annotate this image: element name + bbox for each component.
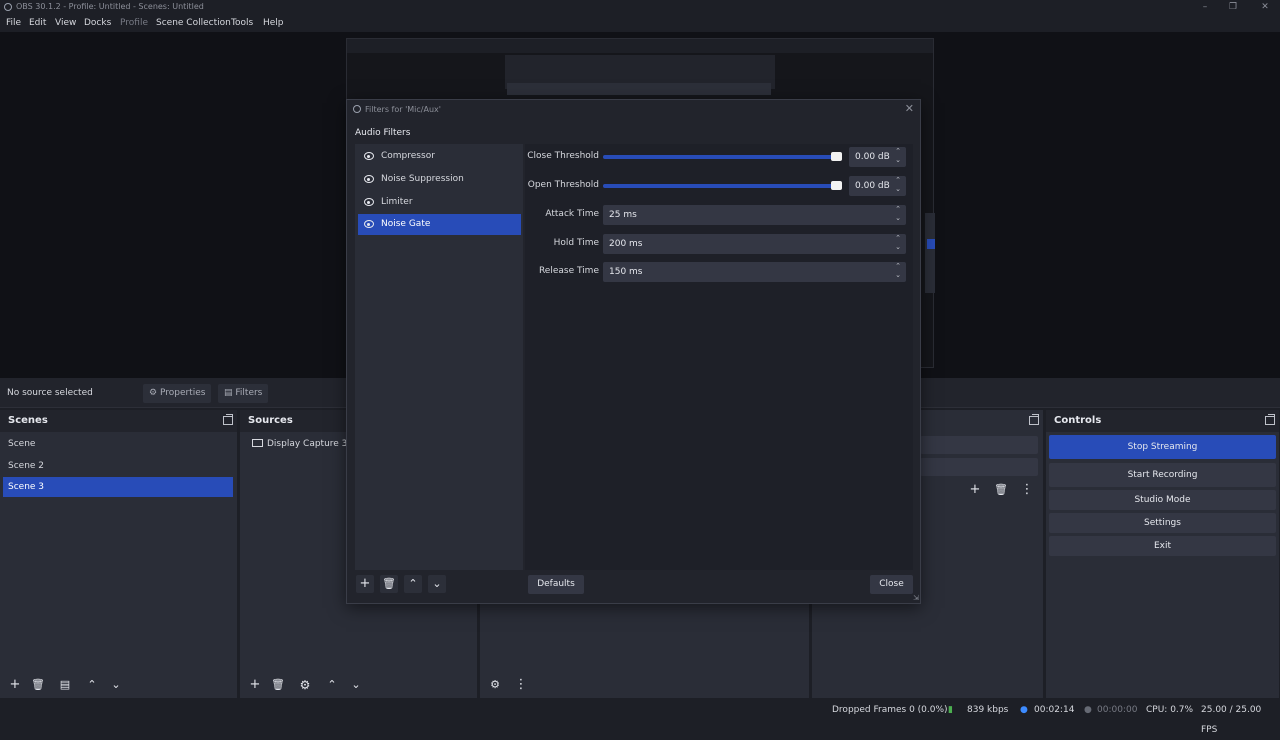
restore-icon[interactable]: ❐ [1218,0,1248,14]
scenes-header: Scenes [0,410,237,432]
menu-help[interactable]: Help [263,14,284,32]
filters-dialog: Filters for 'Mic/Aux' ✕ Audio Filters Co… [346,99,921,604]
record-time: 00:00:00 [1097,705,1138,715]
dropped-frames: Dropped Frames 0 (0.0%) [832,705,948,715]
trash-icon[interactable]: 🗑 [29,676,47,694]
hold-time-spin[interactable]: 200 ms ⌃ ⌄ [603,234,906,254]
add-icon[interactable]: + [246,676,264,694]
exit-button[interactable]: Exit [1049,536,1276,556]
duration-spin[interactable] [920,458,1038,476]
menu-bar: File Edit View Docks Profile Scene Colle… [0,14,1280,32]
more-icon[interactable]: ⋮ [512,676,530,694]
record-icon: ● [1084,705,1092,715]
open-threshold-spin[interactable]: 0.00 dB ⌃ ⌄ [849,176,906,196]
close-icon[interactable]: ✕ [905,102,914,115]
cpu-usage: CPU: 0.7% [1146,705,1194,715]
attack-time-spin[interactable]: 25 ms ⌃ ⌄ [603,205,906,225]
undock-icon[interactable] [1265,414,1275,425]
menu-tools[interactable]: Tools [231,14,253,32]
release-time-label: Release Time [538,266,599,276]
undock-icon[interactable] [223,414,233,425]
resize-grip-icon[interactable]: ⇲ [913,594,919,602]
trash-icon[interactable]: 🗑 [992,481,1010,499]
add-filter-icon[interactable]: + [356,575,374,593]
close-threshold-slider[interactable] [603,152,842,161]
signal-icon: ▮ [948,705,953,715]
studio-mode-button[interactable]: Studio Mode [1049,490,1276,510]
minimize-icon[interactable]: – [1190,0,1220,14]
gear-icon[interactable]: ⚙ [486,676,504,694]
start-recording-button[interactable]: Start Recording [1049,463,1276,487]
menu-docks[interactable]: Docks [84,14,111,32]
stop-streaming-button[interactable]: Stop Streaming [1049,435,1276,459]
eye-icon[interactable] [364,175,374,183]
fps-readout: 25.00 / 25.00 FPS [1201,705,1262,735]
spin-arrows-icon[interactable]: ⌃ ⌄ [894,176,902,196]
scene-item-selected[interactable]: Scene 3 [3,477,233,497]
filters-button[interactable]: ▤ Filters [218,384,269,403]
filter-icon: ▤ [224,388,233,398]
chevron-down-icon[interactable]: ⌄ [107,676,125,694]
defaults-button[interactable]: Defaults [528,575,584,594]
menu-view[interactable]: View [55,14,76,32]
undock-icon[interactable] [1029,414,1039,425]
gear-icon[interactable]: ⚙ [296,676,314,694]
filter-icon[interactable]: ▤ [56,676,74,694]
audio-filters-label: Audio Filters [355,128,411,138]
streaming-icon: ● [1020,705,1028,715]
controls-header: Controls [1046,410,1279,432]
hold-time-label: Hold Time [553,238,599,248]
add-icon[interactable]: + [966,481,984,499]
scene-item[interactable]: Scene [3,434,233,454]
spin-arrows-icon[interactable]: ⌃ ⌄ [894,205,902,225]
menu-edit[interactable]: Edit [29,14,46,32]
slider-handle[interactable] [831,152,842,161]
open-threshold-slider[interactable] [603,181,842,190]
scene-item[interactable]: Scene 2 [3,456,233,476]
gear-icon: ⚙ [149,388,158,398]
eye-icon[interactable] [364,220,374,228]
dialog-title: Filters for 'Mic/Aux' [365,105,441,114]
stream-time: 00:02:14 [1034,705,1075,715]
obs-logo-icon [353,105,361,113]
open-threshold-label: Open Threshold [527,180,599,190]
status-bar: Dropped Frames 0 (0.0%) ▮ 839 kbps ● 00:… [0,700,1280,735]
chevron-down-icon[interactable]: ⌄ [347,676,365,694]
window-title: OBS 30.1.2 - Profile: Untitled - Scenes:… [16,2,204,11]
scenes-dock: Scenes Scene Scene 2 Scene 3 + 🗑 ▤ ⌃ ⌄ [0,410,238,698]
chevron-down-icon[interactable]: ⌄ [428,575,446,593]
trash-icon[interactable]: 🗑 [380,575,398,593]
no-source-label: No source selected [7,388,93,398]
close-button[interactable]: Close [870,575,913,594]
chevron-up-icon[interactable]: ⌃ [83,676,101,694]
add-icon[interactable]: + [6,676,24,694]
eye-icon[interactable] [364,152,374,160]
close-threshold-label: Close Threshold [527,151,599,161]
eye-icon[interactable] [364,198,374,206]
bitrate: 839 kbps [967,705,1009,715]
filter-properties: Close Threshold 0.00 dB ⌃ ⌄ Open Threshol… [525,144,913,570]
chevron-up-icon[interactable]: ⌃ [323,676,341,694]
more-icon[interactable]: ⋮ [1018,481,1036,499]
menu-file[interactable]: File [6,14,21,32]
obs-logo-icon [4,3,12,11]
properties-button[interactable]: ⚙ Properties [143,384,212,403]
spin-arrows-icon[interactable]: ⌃ ⌄ [894,262,902,282]
close-threshold-spin[interactable]: 0.00 dB ⌃ ⌄ [849,147,906,167]
trash-icon[interactable]: 🗑 [269,676,287,694]
menu-profile[interactable]: Profile [120,14,148,32]
spin-arrows-icon[interactable]: ⌃ ⌄ [894,234,902,254]
monitor-icon [252,439,263,447]
attack-time-label: Attack Time [545,209,599,219]
title-bar: OBS 30.1.2 - Profile: Untitled - Scenes:… [0,0,1280,14]
chevron-up-icon[interactable]: ⌃ [404,575,422,593]
spin-arrows-icon[interactable]: ⌃ ⌄ [894,147,902,167]
dialog-titlebar: Filters for 'Mic/Aux' [347,100,920,120]
close-window-icon[interactable]: ✕ [1250,0,1280,14]
slider-handle[interactable] [831,181,842,190]
menu-scene-collection[interactable]: Scene Collection [156,14,231,32]
release-time-spin[interactable]: 150 ms ⌃ ⌄ [603,262,906,282]
settings-button[interactable]: Settings [1049,513,1276,533]
transition-select[interactable] [920,436,1038,454]
